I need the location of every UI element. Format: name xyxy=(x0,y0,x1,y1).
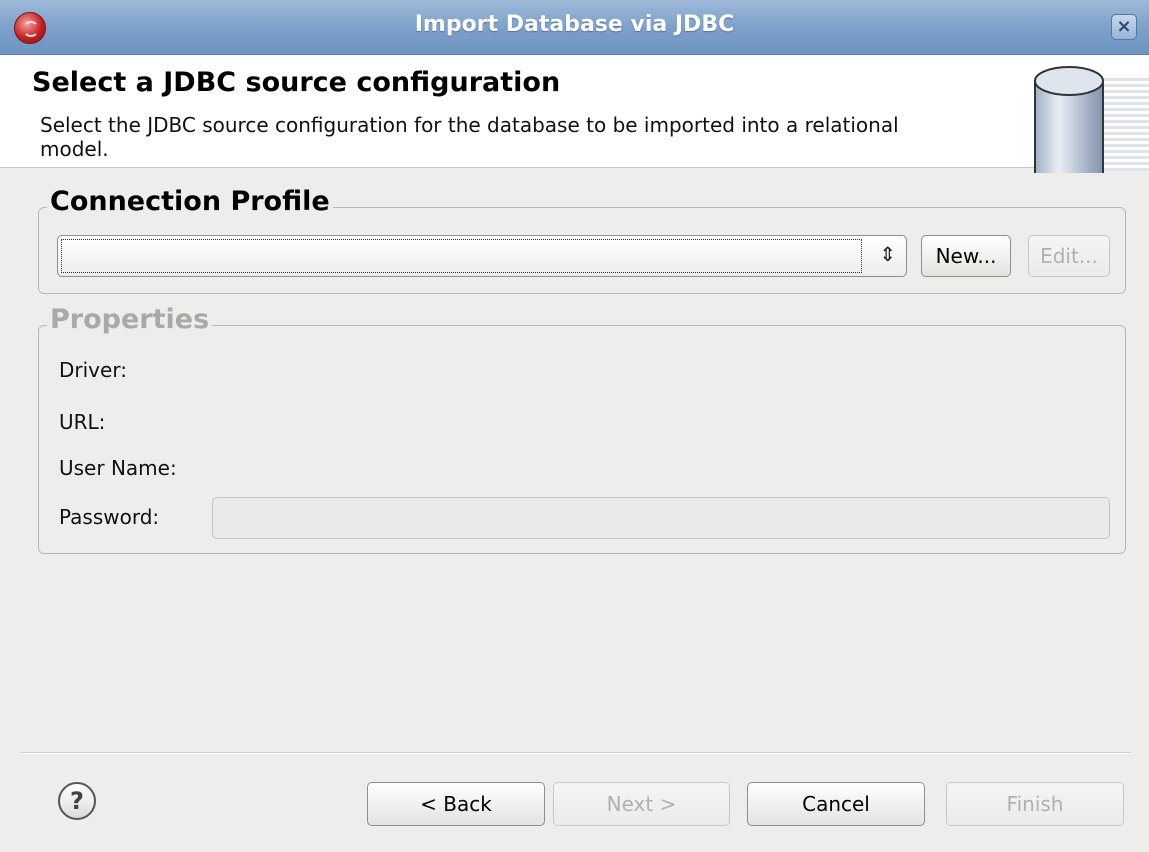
user-name-label: User Name: xyxy=(59,456,177,480)
finish-button[interactable]: Finish xyxy=(946,782,1124,826)
properties-legend: Properties xyxy=(47,304,213,335)
import-database-dialog: Import Database via JDBC × Select a JDBC… xyxy=(0,0,1149,852)
edit-profile-button[interactable]: Edit... xyxy=(1028,235,1110,277)
connection-profile-select[interactable]: ⇕ xyxy=(57,235,907,277)
updown-arrows-icon: ⇕ xyxy=(879,242,896,266)
cancel-button[interactable]: Cancel xyxy=(747,782,925,826)
new-profile-button[interactable]: New... xyxy=(921,235,1011,277)
password-label: Password: xyxy=(59,505,160,529)
help-icon[interactable]: ? xyxy=(58,782,96,820)
next-button[interactable]: Next > xyxy=(553,782,730,826)
database-icon xyxy=(1034,66,1104,173)
footer-separator xyxy=(20,752,1130,754)
properties-group: Properties Driver: URL: User Name: Passw… xyxy=(38,304,1126,554)
page-title: Select a JDBC source configuration xyxy=(32,67,561,98)
back-button[interactable]: < Back xyxy=(367,782,545,826)
driver-label: Driver: xyxy=(59,358,127,382)
wizard-header: Select a JDBC source configuration Selec… xyxy=(0,55,1149,173)
password-field[interactable] xyxy=(212,497,1110,539)
window-title: Import Database via JDBC xyxy=(414,12,735,37)
title-bar[interactable]: Import Database via JDBC × xyxy=(0,0,1149,55)
connection-profile-group: Connection Profile ⇕ New... Edit... xyxy=(38,186,1126,294)
connection-profile-legend: Connection Profile xyxy=(47,186,333,217)
url-label: URL: xyxy=(59,410,106,434)
page-description: Select the JDBC source configuration for… xyxy=(40,113,899,161)
close-icon[interactable]: × xyxy=(1111,14,1137,40)
connection-profile-value xyxy=(61,239,862,273)
